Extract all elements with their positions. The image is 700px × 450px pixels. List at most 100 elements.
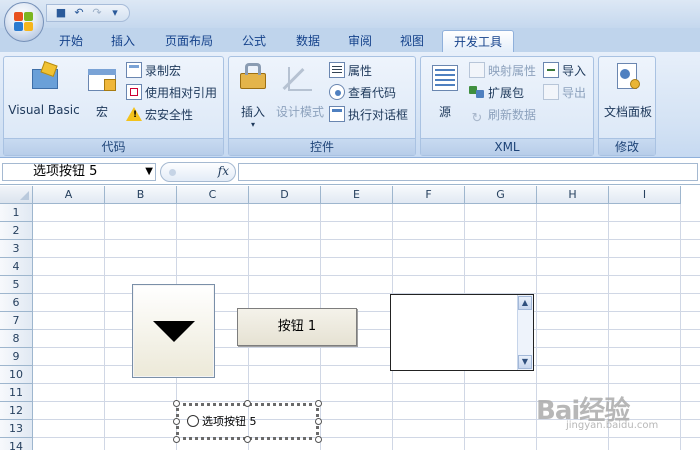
- row-header-12[interactable]: 12: [0, 402, 33, 420]
- row-header-10[interactable]: 10: [0, 366, 33, 384]
- ribbon: Visual Basic 宏 录制宏 使用相对引用 ! 宏安全性 代码 插入 ▾…: [0, 52, 700, 158]
- row-header-9[interactable]: 9: [0, 348, 33, 366]
- row-header-5[interactable]: 5: [0, 276, 33, 294]
- undo-icon[interactable]: ↶: [71, 6, 87, 20]
- record-macro-icon: [126, 62, 142, 78]
- resize-handle[interactable]: [244, 400, 251, 407]
- scroll-down-icon[interactable]: ▼: [518, 355, 532, 369]
- column-header-c[interactable]: C: [177, 186, 249, 204]
- row-header-1[interactable]: 1: [0, 204, 33, 222]
- map-properties-icon: [469, 62, 485, 78]
- column-header-g[interactable]: G: [465, 186, 537, 204]
- visual-basic-icon: [28, 60, 60, 93]
- list-box-control[interactable]: ▲ ▼: [390, 294, 534, 371]
- tab-developer[interactable]: 开发工具: [442, 30, 514, 52]
- form-button-1[interactable]: 按钮 1: [237, 308, 357, 346]
- map-properties-button[interactable]: 映射属性: [469, 61, 536, 81]
- group-xml: 源 映射属性 扩展包 ↻ 刷新数据 导入 导出 XML: [420, 56, 594, 156]
- ribbon-tabs: 开始 插入 页面布局 公式 数据 审阅 视图 开发工具: [0, 28, 700, 52]
- group-controls: 插入 ▾ 设计模式 属性 查看代码 执行对话框 控件: [228, 56, 416, 156]
- radio-circle-icon[interactable]: [187, 415, 199, 427]
- resize-handle[interactable]: [173, 436, 180, 443]
- row-header-6[interactable]: 6: [0, 294, 33, 312]
- row-header-2[interactable]: 2: [0, 222, 33, 240]
- insert-control-button[interactable]: 插入 ▾: [233, 61, 273, 130]
- spin-dropdown-control[interactable]: [132, 284, 215, 378]
- baidu-watermark: Bai经验 jingyan.baidu.com: [536, 378, 696, 438]
- column-header-e[interactable]: E: [321, 186, 393, 204]
- import-button[interactable]: 导入: [543, 61, 586, 81]
- design-mode-button[interactable]: 设计模式: [273, 61, 327, 120]
- customize-dropdown-icon[interactable]: ▾: [107, 6, 123, 20]
- row-header-7[interactable]: 7: [0, 312, 33, 330]
- tab-review[interactable]: 审阅: [338, 30, 382, 52]
- save-icon[interactable]: ■: [53, 6, 69, 20]
- warning-icon: !: [126, 106, 142, 122]
- row-header-14[interactable]: 14: [0, 438, 33, 450]
- refresh-data-button[interactable]: ↻ 刷新数据: [469, 105, 536, 126]
- tab-data[interactable]: 数据: [286, 30, 330, 52]
- office-button[interactable]: [4, 2, 44, 42]
- expansion-packs-button[interactable]: 扩展包: [469, 83, 524, 103]
- group-modify: 文档面板 修改: [598, 56, 656, 156]
- tab-view[interactable]: 视图: [390, 30, 434, 52]
- run-dialog-button[interactable]: 执行对话框: [329, 105, 408, 125]
- tab-page-layout[interactable]: 页面布局: [158, 30, 220, 52]
- import-label: 导入: [562, 64, 587, 78]
- row-header-13[interactable]: 13: [0, 420, 33, 438]
- resize-handle[interactable]: [315, 436, 322, 443]
- export-label: 导出: [562, 86, 587, 100]
- document-panel-icon: [612, 61, 644, 93]
- row-header-4[interactable]: 4: [0, 258, 33, 276]
- macro-security-button[interactable]: ! 宏安全性: [126, 105, 193, 125]
- resize-handle[interactable]: [173, 418, 180, 425]
- resize-handle[interactable]: [315, 418, 322, 425]
- scroll-up-icon[interactable]: ▲: [518, 296, 532, 310]
- properties-button[interactable]: 属性: [329, 61, 372, 81]
- record-macro-button[interactable]: 录制宏: [126, 61, 181, 81]
- resize-handle[interactable]: [244, 436, 251, 443]
- tab-home[interactable]: 开始: [50, 30, 92, 52]
- toolbox-icon: [237, 61, 269, 93]
- relative-refs-icon: [126, 84, 142, 100]
- tab-insert[interactable]: 插入: [102, 30, 144, 52]
- macros-icon: [86, 61, 118, 93]
- macros-button[interactable]: 宏: [86, 61, 118, 120]
- view-code-icon: [329, 84, 345, 100]
- properties-icon: [329, 62, 345, 78]
- group-xml-label: XML: [421, 138, 593, 155]
- column-header-b[interactable]: B: [105, 186, 177, 204]
- select-all-corner[interactable]: [0, 186, 33, 204]
- row-header-8[interactable]: 8: [0, 330, 33, 348]
- gridline: [33, 257, 700, 258]
- formula-input[interactable]: [238, 163, 698, 181]
- option-button-5[interactable]: 选项按钮 5: [173, 400, 322, 443]
- column-header-f[interactable]: F: [393, 186, 465, 204]
- xml-source-button[interactable]: 源: [425, 61, 465, 120]
- column-header-d[interactable]: D: [249, 186, 321, 204]
- down-triangle-icon: [153, 321, 195, 342]
- row-header-11[interactable]: 11: [0, 384, 33, 402]
- name-box-dropdown-icon[interactable]: ▼: [145, 164, 153, 180]
- visual-basic-button[interactable]: Visual Basic: [8, 60, 80, 117]
- tab-formulas[interactable]: 公式: [232, 30, 276, 52]
- cancel-entry-icon[interactable]: [169, 169, 176, 176]
- relative-refs-button[interactable]: 使用相对引用: [126, 83, 217, 103]
- column-header-a[interactable]: A: [33, 186, 105, 204]
- column-header-h[interactable]: H: [537, 186, 609, 204]
- column-header-i[interactable]: I: [609, 186, 681, 204]
- export-button[interactable]: 导出: [543, 83, 586, 103]
- formula-tools: fx: [160, 162, 236, 182]
- document-panel-button[interactable]: 文档面板: [599, 61, 657, 120]
- document-panel-label: 文档面板: [603, 105, 652, 119]
- resize-handle[interactable]: [315, 400, 322, 407]
- resize-handle[interactable]: [173, 400, 180, 407]
- insert-function-icon[interactable]: fx: [218, 164, 229, 178]
- view-code-button[interactable]: 查看代码: [329, 83, 396, 103]
- redo-icon[interactable]: ↷: [89, 6, 105, 20]
- formula-bar: 选项按钮 5 ▼ fx: [0, 159, 700, 185]
- row-header-3[interactable]: 3: [0, 240, 33, 258]
- import-icon: [543, 62, 559, 78]
- name-box[interactable]: 选项按钮 5 ▼: [2, 163, 156, 181]
- design-mode-label: 设计模式: [275, 105, 324, 119]
